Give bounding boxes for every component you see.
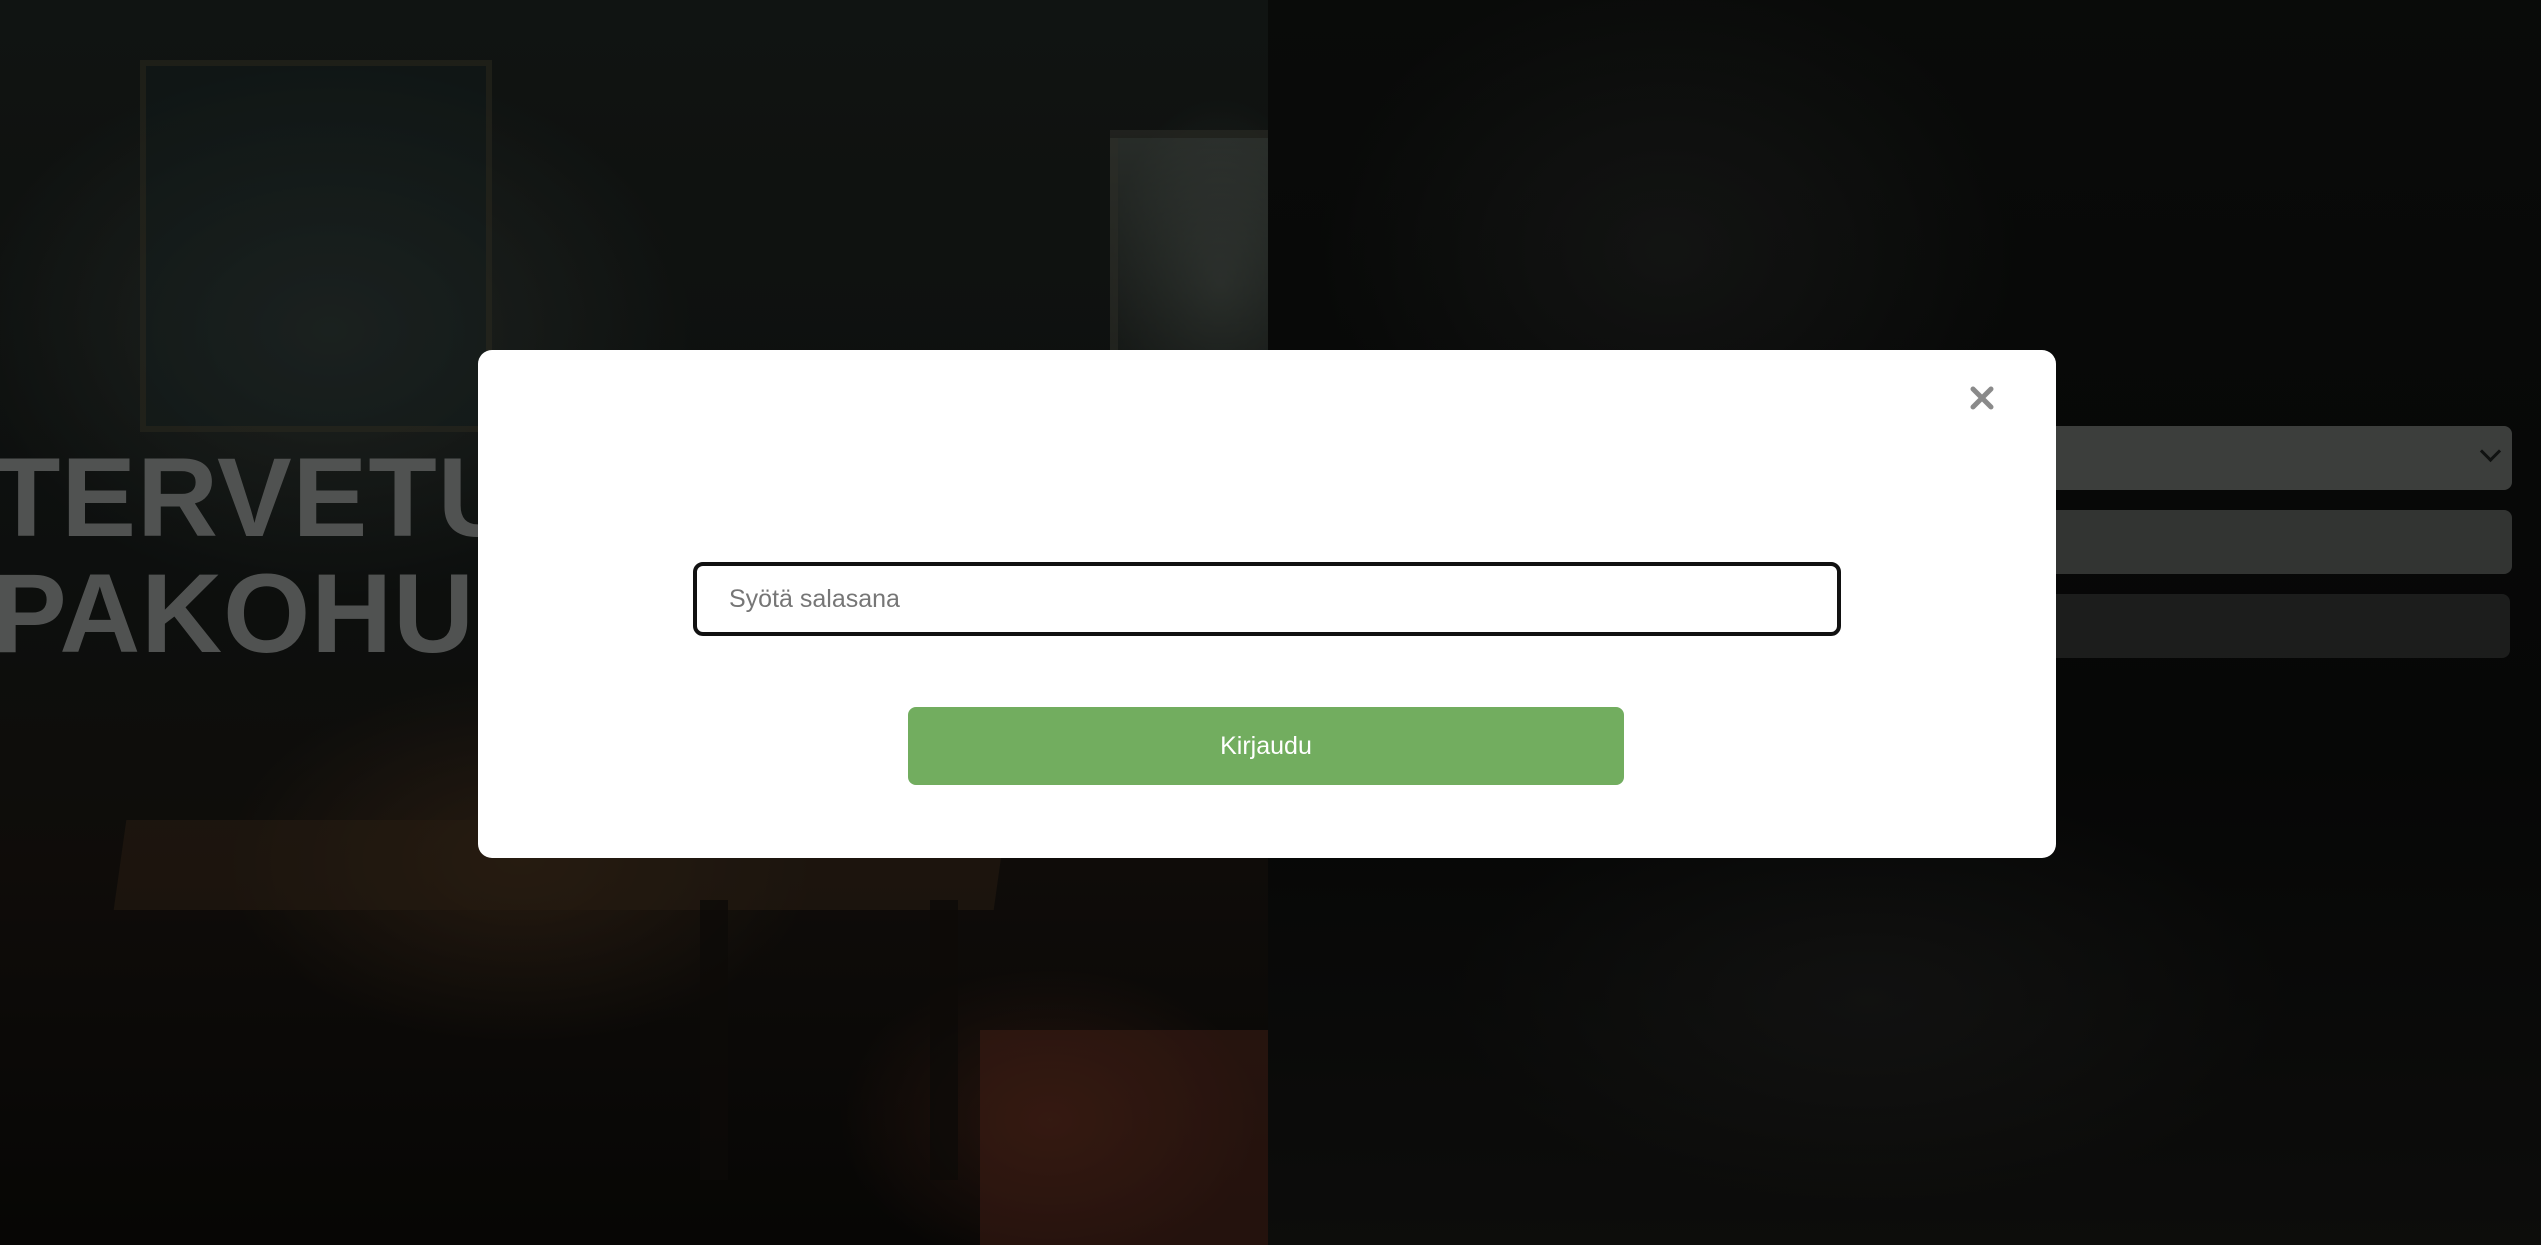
close-icon: [1970, 386, 1994, 410]
app-root: TERVETUI PAKOHUO Kirjaudu: [0, 0, 2541, 1245]
login-modal: Kirjaudu: [478, 350, 2056, 858]
login-button[interactable]: Kirjaudu: [908, 707, 1624, 785]
close-button[interactable]: [1962, 378, 2002, 418]
password-input[interactable]: [693, 562, 1841, 636]
